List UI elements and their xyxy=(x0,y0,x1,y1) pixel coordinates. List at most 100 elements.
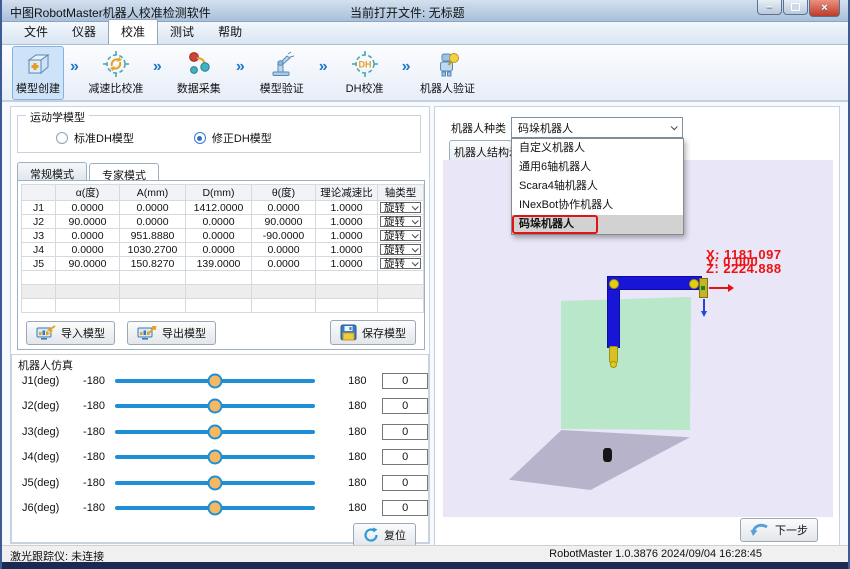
slider-label: J2(deg) xyxy=(22,400,71,412)
table-row: J3 0.0000 951.8880 0.0000 -90.0000 1.000… xyxy=(22,229,424,243)
robot-type-select[interactable]: 码垛机器人 xyxy=(511,117,683,138)
robot-arm-vertical-link xyxy=(607,284,620,348)
j3-value-input[interactable]: 0 xyxy=(382,424,428,440)
menu-file[interactable]: 文件 xyxy=(12,20,60,44)
menu-instrument[interactable]: 仪器 xyxy=(60,20,108,44)
d-cell[interactable]: 0.0000 xyxy=(186,215,252,229)
dh-calibration-icon: DH xyxy=(351,50,379,78)
ratio-cell[interactable]: 1.0000 xyxy=(316,243,378,257)
radio-unselected-icon[interactable] xyxy=(56,132,68,144)
step-model-verification[interactable]: 模型验证 xyxy=(251,46,313,100)
a-cell[interactable]: 1030.2700 xyxy=(120,243,186,257)
d-cell[interactable]: 139.0000 xyxy=(186,257,252,271)
a-cell[interactable]: 150.8270 xyxy=(120,257,186,271)
axis-type-select[interactable]: 旋转 xyxy=(380,216,421,227)
a-cell[interactable]: 0.0000 xyxy=(120,201,186,215)
export-model-button[interactable]: 导出模型 xyxy=(127,321,216,345)
axis-type-select[interactable]: 旋转 xyxy=(380,244,421,255)
option-inexbot-cobot[interactable]: INexBot协作机器人 xyxy=(512,196,683,215)
simulation-groupbox: 机器人仿真 J1(deg) -180 180 0 J2(deg) -180 18… xyxy=(11,354,429,543)
slider-thumb[interactable] xyxy=(207,450,222,465)
slider-thumb[interactable] xyxy=(207,399,222,414)
theta-cell[interactable]: 90.0000 xyxy=(252,215,316,229)
restore-button[interactable] xyxy=(783,0,808,15)
j1-value-input[interactable]: 0 xyxy=(382,373,428,389)
minimize-button[interactable]: – xyxy=(757,0,782,15)
slider-label: J1(deg) xyxy=(22,375,71,387)
alpha-cell[interactable]: 90.0000 xyxy=(56,215,120,229)
j5-value-input[interactable]: 0 xyxy=(382,475,428,491)
alpha-cell[interactable]: 0.0000 xyxy=(56,201,120,215)
option-scara-4axis-robot[interactable]: Scara4轴机器人 xyxy=(512,177,683,196)
j3-slider[interactable] xyxy=(115,430,315,434)
j6-value-input[interactable]: 0 xyxy=(382,500,428,516)
export-model-label: 导出模型 xyxy=(162,325,206,341)
axis-type-value: 旋转 xyxy=(384,229,405,243)
joint-name: J1 xyxy=(22,201,56,215)
table-header-row: α(度) A(mm) D(mm) θ(度) 理论减速比 轴类型 xyxy=(22,185,424,201)
slider-min: -180 xyxy=(71,375,105,387)
z-axis-arrowhead xyxy=(701,311,707,317)
j5-slider[interactable] xyxy=(115,481,315,485)
step-data-collection[interactable]: 数据采集 xyxy=(168,46,230,100)
radio-standard-dh[interactable]: 标准DH模型 xyxy=(56,130,134,146)
ratio-cell[interactable]: 1.0000 xyxy=(316,257,378,271)
slider-min: -180 xyxy=(71,426,105,438)
step-robot-verification[interactable]: 机器人验证 xyxy=(417,46,479,100)
slider-thumb[interactable] xyxy=(207,424,222,439)
save-model-button[interactable]: 保存模型 xyxy=(330,320,416,345)
axis-type-select[interactable]: 旋转 xyxy=(380,258,421,269)
theta-cell[interactable]: 0.0000 xyxy=(252,201,316,215)
d-cell[interactable]: 0.0000 xyxy=(186,229,252,243)
theta-cell[interactable]: -90.0000 xyxy=(252,229,316,243)
option-general-6axis-robot[interactable]: 通用6轴机器人 xyxy=(512,158,683,177)
reset-label: 复位 xyxy=(384,527,406,543)
j2-value-input[interactable]: 0 xyxy=(382,398,428,414)
alpha-cell[interactable]: 0.0000 xyxy=(56,243,120,257)
a-cell[interactable]: 0.0000 xyxy=(120,215,186,229)
joint-name: J5 xyxy=(22,257,56,271)
option-custom-robot[interactable]: 自定义机器人 xyxy=(512,139,683,158)
slider-thumb[interactable] xyxy=(207,475,222,490)
axis-type-select[interactable]: 旋转 xyxy=(380,202,421,213)
next-step-button[interactable]: 下一步 xyxy=(740,518,818,542)
slider-thumb[interactable] xyxy=(207,373,222,388)
alpha-cell[interactable]: 0.0000 xyxy=(56,229,120,243)
alpha-cell[interactable]: 90.0000 xyxy=(56,257,120,271)
axis-type-value: 旋转 xyxy=(384,257,405,271)
axis-type-select[interactable]: 旋转 xyxy=(380,230,421,241)
menu-help[interactable]: 帮助 xyxy=(206,20,254,44)
step-dh-calibration[interactable]: DH DH校准 xyxy=(334,46,396,100)
next-arrow-icon xyxy=(750,523,770,538)
j2-slider[interactable] xyxy=(115,404,315,408)
radio-modified-dh[interactable]: 修正DH模型 xyxy=(194,130,272,146)
reset-button[interactable]: 复位 xyxy=(353,523,416,547)
close-button[interactable]: × xyxy=(809,0,840,17)
joint-name: J3 xyxy=(22,229,56,243)
ratio-cell[interactable]: 1.0000 xyxy=(316,201,378,215)
slider-min: -180 xyxy=(71,451,105,463)
j6-slider[interactable] xyxy=(115,506,315,510)
reset-row: 复位 xyxy=(12,523,428,547)
slider-thumb[interactable] xyxy=(207,501,222,516)
j4-value-input[interactable]: 0 xyxy=(382,449,428,465)
a-cell[interactable]: 951.8880 xyxy=(120,229,186,243)
j4-slider[interactable] xyxy=(115,455,315,459)
j1-slider[interactable] xyxy=(115,379,315,383)
ratio-cell[interactable]: 1.0000 xyxy=(316,215,378,229)
menu-test[interactable]: 测试 xyxy=(158,20,206,44)
option-palletizing-robot[interactable]: 码垛机器人 xyxy=(512,215,683,234)
step-label: 模型验证 xyxy=(260,80,304,96)
step-ratio-calibration[interactable]: 减速比校准 xyxy=(85,46,147,100)
theta-cell[interactable]: 0.0000 xyxy=(252,257,316,271)
theta-cell[interactable]: 0.0000 xyxy=(252,243,316,257)
slider-max: 180 xyxy=(337,502,367,514)
tab-robot-structure[interactable]: 机器人结构示意 xyxy=(449,140,512,160)
import-model-button[interactable]: 导入模型 xyxy=(26,321,115,345)
ratio-cell[interactable]: 1.0000 xyxy=(316,229,378,243)
radio-selected-icon[interactable] xyxy=(194,132,206,144)
menu-calibration[interactable]: 校准 xyxy=(108,19,158,44)
d-cell[interactable]: 0.0000 xyxy=(186,243,252,257)
step-model-create[interactable]: 模型创建 xyxy=(12,46,64,100)
d-cell[interactable]: 1412.0000 xyxy=(186,201,252,215)
